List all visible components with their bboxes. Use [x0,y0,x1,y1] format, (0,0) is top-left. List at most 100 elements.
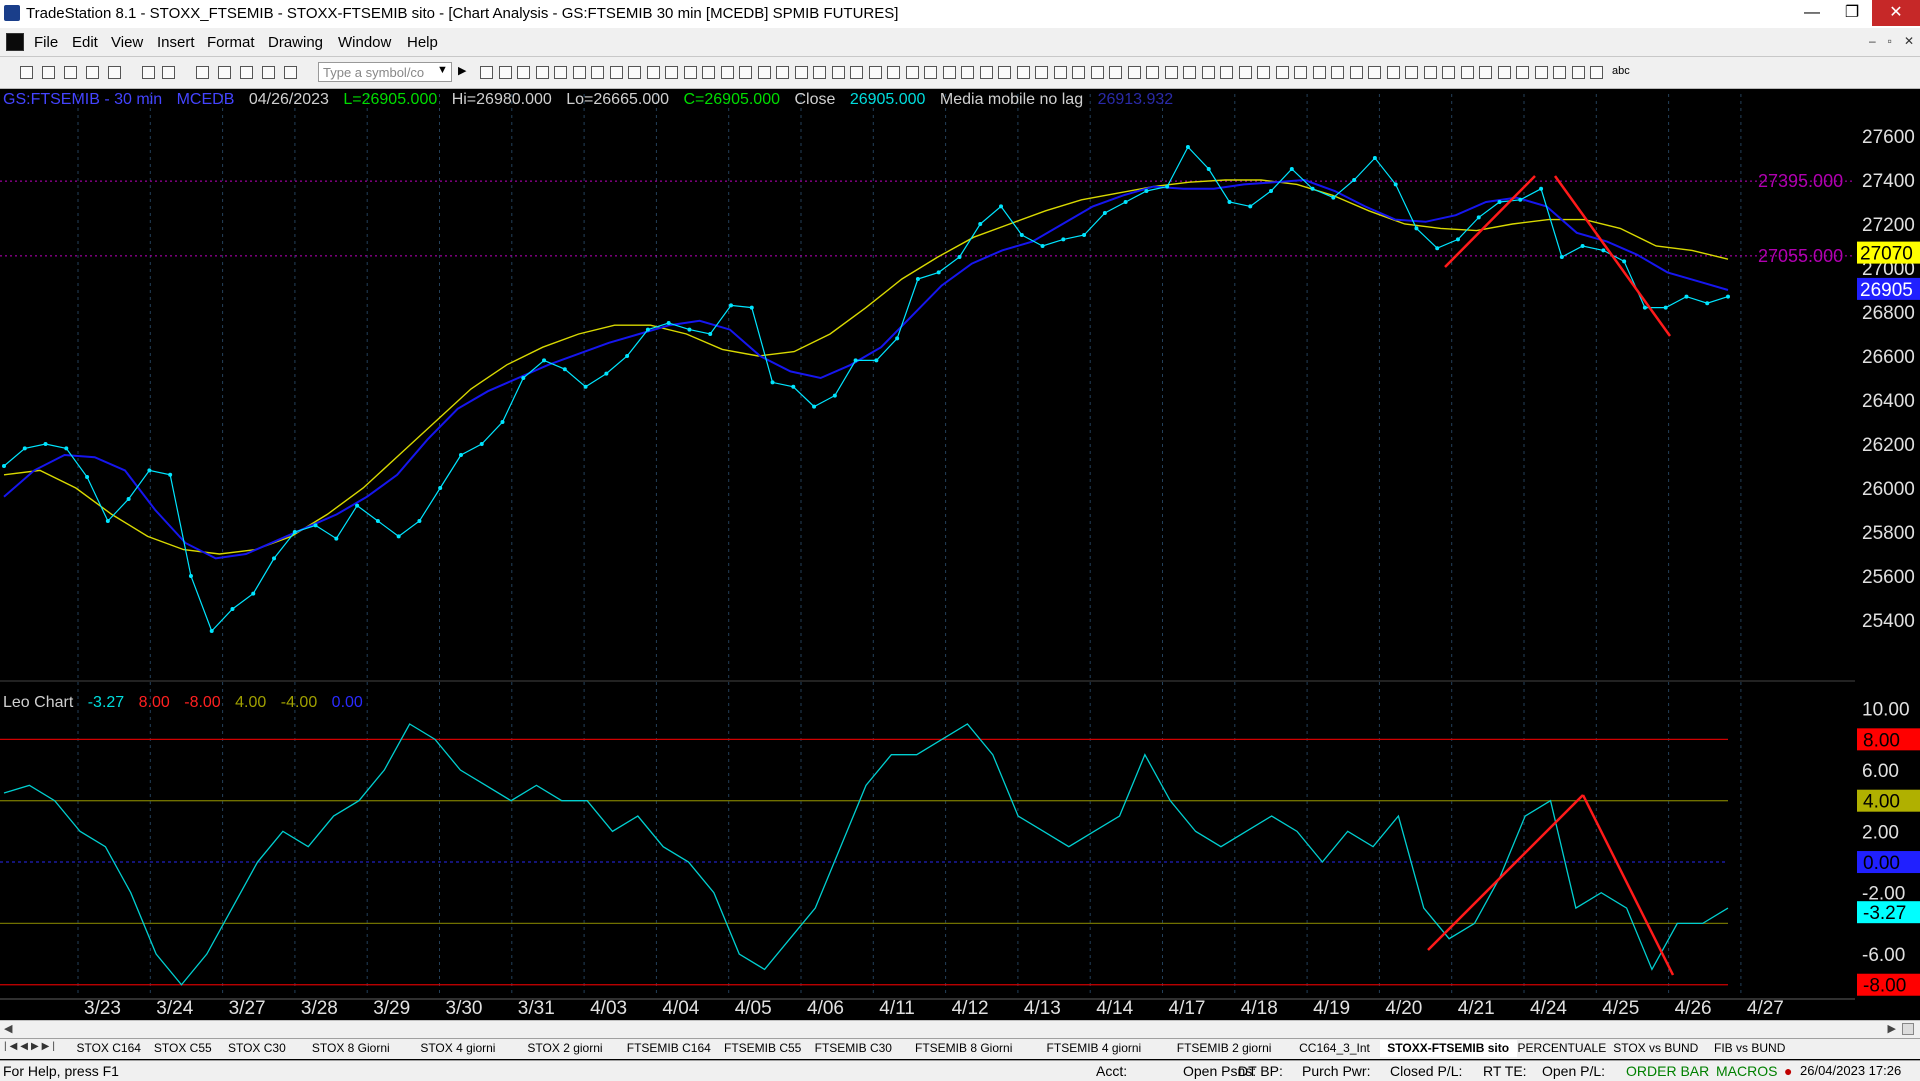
sheet-tab[interactable]: FTSEMIB C30 [808,1040,899,1057]
toolbar-tool-icon[interactable] [1238,66,1252,79]
toolbar-tool-icon[interactable] [1571,66,1585,79]
sheet-tab[interactable]: PERCENTUALE [1517,1040,1608,1057]
toolbar-tool-icon[interactable] [572,66,586,79]
sheet-tab[interactable]: FIB vs BUND [1704,1040,1795,1057]
toolbar-tool-icon[interactable] [535,66,549,79]
toolbar-tool-icon[interactable] [591,66,604,79]
toolbar-tool-icon[interactable] [1035,66,1048,79]
toolbar-tool-icon[interactable] [498,66,512,79]
toolbar-tool-icon[interactable] [1053,66,1067,79]
scroll-thumb[interactable] [1902,1023,1914,1035]
sheet-tab[interactable]: STOX C55 [147,1040,218,1057]
toolbar-tool-icon[interactable] [1016,66,1030,79]
sheet-tab[interactable]: STOX 2 giorni [510,1040,620,1057]
toolbar-tool-icon[interactable] [1405,66,1418,79]
toolbar-tool-icon[interactable] [813,66,826,79]
toolbar-tool-icon[interactable] [64,66,77,79]
sheet-tab[interactable]: FTSEMIB 4 giorni [1029,1040,1159,1057]
toolbar-tool-icon[interactable] [1127,66,1141,79]
macros-button[interactable]: MACROS [1716,1063,1777,1079]
chart-canvas[interactable]: 27395.00027055.0002760027400272002700026… [0,89,1920,1020]
scroll-left-icon[interactable]: ◀ [4,1022,12,1035]
toolbar-tool-icon[interactable] [240,66,253,79]
restore-button[interactable]: ❐ [1832,0,1872,26]
sheet-tab[interactable]: FTSEMIB C164 [620,1040,717,1057]
toolbar-tool-icon[interactable] [1183,66,1196,79]
toolbar-tool-icon[interactable] [850,66,863,79]
menu-file[interactable]: File [34,34,58,51]
toolbar-tool-icon[interactable] [1146,66,1159,79]
toolbar-tool-icon[interactable] [683,66,697,79]
toolbar-tool-icon[interactable] [961,66,974,79]
toolbar-tool-icon[interactable] [979,66,993,79]
toolbar-tool-icon[interactable] [739,66,752,79]
toolbar-tool-icon[interactable] [794,66,808,79]
toolbar-tool-icon[interactable] [942,66,956,79]
toolbar-tool-icon[interactable] [646,66,660,79]
toolbar-tool-icon[interactable] [218,66,231,79]
toolbar-tool-icon[interactable] [42,66,55,79]
toolbar-tool-icon[interactable] [86,66,99,79]
toolbar-tool-icon[interactable] [1497,66,1511,79]
toolbar-tool-icon[interactable] [905,66,919,79]
toolbar-tool-icon[interactable] [1349,66,1363,79]
toolbar-tool-icon[interactable] [284,66,297,79]
toolbar-tool-icon[interactable] [20,66,33,79]
mdi-close-button[interactable]: ✕ [1904,34,1914,48]
toolbar-tool-icon[interactable] [1257,66,1270,79]
sheet-tab[interactable]: STOX C30 [218,1040,295,1057]
menu-window[interactable]: Window [338,34,391,51]
sheet-tab[interactable]: STOX 4 giorni [406,1040,510,1057]
toolbar-tool-icon[interactable] [1423,66,1437,79]
text-tool-button[interactable]: abc [1612,65,1630,77]
minimize-button[interactable]: — [1792,0,1832,26]
toolbar-tool-icon[interactable] [1294,66,1307,79]
toolbar-tool-icon[interactable] [1553,66,1566,79]
sheet-tab[interactable]: STOXX-FTSEMIB sito [1379,1040,1517,1057]
sheet-tab[interactable]: STOX C164 [70,1040,147,1057]
toolbar-tool-icon[interactable] [924,66,937,79]
toolbar-tool-icon[interactable] [757,66,771,79]
menu-drawing[interactable]: Drawing [268,34,323,51]
tab-navigation-arrows[interactable]: |◀◀▶▶| [4,1041,58,1052]
sheet-tab[interactable]: CC164_3_Int [1289,1040,1380,1057]
toolbar-tool-icon[interactable] [262,66,275,79]
symbol-input[interactable]: Type a symbol/co [318,62,452,82]
sheet-tab[interactable]: FTSEMIB C55 [717,1040,808,1057]
toolbar-tool-icon[interactable] [720,66,734,79]
toolbar-tool-icon[interactable] [1368,66,1381,79]
toolbar-tool-icon[interactable] [1164,66,1178,79]
menu-format[interactable]: Format [207,34,255,51]
toolbar-tool-icon[interactable] [108,66,121,79]
toolbar-tool-icon[interactable] [868,66,882,79]
toolbar-tool-icon[interactable] [1109,66,1122,79]
go-arrow-icon[interactable]: ▶ [458,64,466,77]
toolbar-tool-icon[interactable] [1275,66,1289,79]
toolbar-tool-icon[interactable] [162,66,175,79]
toolbar-tool-icon[interactable] [1090,66,1104,79]
toolbar-tool-icon[interactable] [776,66,789,79]
chart-analysis-window[interactable]: 27395.000 27055.000 27600 27400 27200 27000 26… [0,89,1920,1020]
toolbar-tool-icon[interactable] [887,66,900,79]
chevron-down-icon[interactable]: ▼ [437,64,448,76]
sheet-tab[interactable]: FTSEMIB 8 Giorni [899,1040,1029,1057]
mdi-minimize-button[interactable]: – [1869,34,1876,48]
sheet-tab[interactable]: STOX 8 Giorni [296,1040,406,1057]
menu-insert[interactable]: Insert [157,34,195,51]
toolbar-tool-icon[interactable] [1201,66,1215,79]
toolbar-tool-icon[interactable] [665,66,678,79]
order-bar-button[interactable]: ORDER BAR [1626,1063,1709,1079]
sheet-tab[interactable]: STOX vs BUND [1607,1040,1704,1057]
close-button[interactable]: ✕ [1872,0,1920,26]
scroll-right-icon[interactable]: ▶ [1888,1022,1896,1035]
toolbar-tool-icon[interactable] [1516,66,1529,79]
menu-edit[interactable]: Edit [72,34,98,51]
toolbar-tool-icon[interactable] [1312,66,1326,79]
toolbar-tool-icon[interactable] [1590,66,1603,79]
mdi-restore-button[interactable]: ▫ [1888,34,1892,48]
toolbar-tool-icon[interactable] [1460,66,1474,79]
horizontal-scrollbar[interactable]: ◀ ▶ [0,1020,1920,1038]
toolbar-tool-icon[interactable] [1479,66,1492,79]
menu-view[interactable]: View [111,34,143,51]
toolbar-tool-icon[interactable] [1220,66,1233,79]
